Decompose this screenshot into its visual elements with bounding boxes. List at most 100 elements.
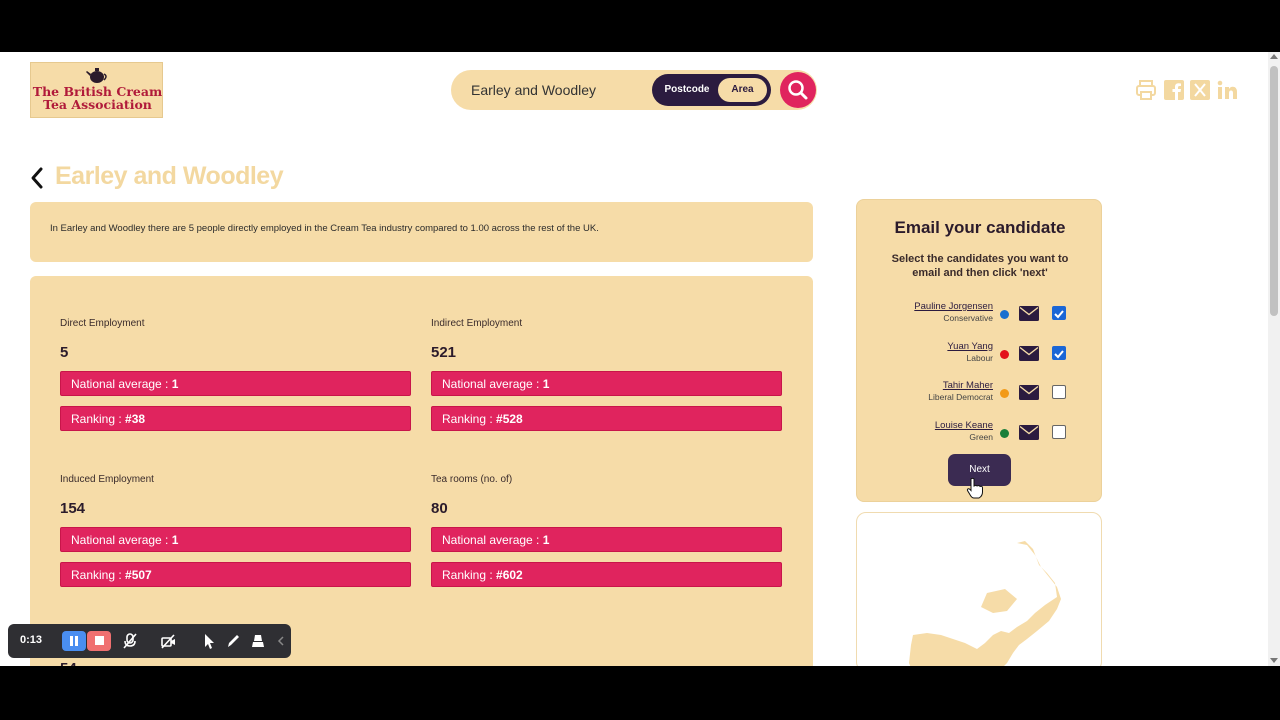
candidate-party: Labour [966,353,993,363]
search-mode-toggle[interactable]: Postcode Area [652,74,771,106]
national-average-value: 1 [171,377,179,391]
national-average-bar: National average : 1 [431,527,782,552]
ranking-label: Ranking : [71,412,126,426]
eraser-icon[interactable] [250,632,266,650]
hand-cursor-icon [966,477,983,499]
teapot-icon [86,68,107,83]
constituency-shape [909,541,1061,666]
ranking-label: Ranking : [71,568,126,582]
candidate-party: Conservative [943,313,993,323]
pen-icon[interactable] [225,632,241,650]
stat-value: 154 [60,500,86,517]
stat-label: Tea rooms (no. of) [431,474,513,485]
scroll-up-arrow-icon[interactable] [1270,54,1278,59]
site-logo[interactable]: The British Cream Tea Association [30,62,163,118]
ranking-value: #602 [496,568,523,582]
candidate-name-link[interactable]: Tahir Maher [943,380,993,391]
pause-icon [70,636,78,646]
toggle-area[interactable]: Area [718,78,767,102]
scroll-down-arrow-icon[interactable] [1270,658,1278,663]
national-average-label: National average : [442,377,543,391]
ranking-value: #528 [496,412,523,426]
candidate-checkbox[interactable] [1052,306,1066,320]
candidate-row: Louise Keane Green [857,420,1103,448]
stat-value: 521 [431,344,457,361]
candidate-row: Pauline Jorgensen Conservative [857,301,1103,329]
stat-value: 5 [60,344,69,361]
print-icon[interactable] [1135,79,1157,101]
national-average-value: 1 [171,533,179,547]
ranking-value: #38 [125,412,146,426]
search-input[interactable] [471,80,651,100]
pause-button[interactable] [62,631,86,651]
envelope-icon[interactable] [1018,345,1040,362]
ranking-value: #507 [125,568,152,582]
search-button[interactable] [780,72,816,108]
candidate-checkbox[interactable] [1052,425,1066,439]
linkedin-icon[interactable] [1216,79,1238,101]
national-average-label: National average : [71,533,172,547]
camera-off-icon[interactable] [160,632,176,650]
share-icons [1135,79,1240,101]
search-bar: Postcode Area [451,70,817,110]
ranking-bar: Ranking : #507 [60,562,411,587]
pointer-icon[interactable] [201,632,217,650]
ranking-bar: Ranking : #602 [431,562,782,587]
email-panel-instructions: Select the candidates you want to email … [891,253,1069,279]
envelope-icon[interactable] [1018,384,1040,401]
national-average-label: National average : [442,533,543,547]
vertical-scrollbar[interactable] [1268,52,1280,666]
ranking-bar: Ranking : #38 [60,406,411,431]
stop-button[interactable] [87,631,111,651]
ranking-label: Ranking : [442,568,497,582]
envelope-icon[interactable] [1018,424,1040,441]
email-candidate-panel: Email your candidate Select the candidat… [856,199,1102,502]
stat-value: 80 [431,500,448,517]
collapse-chevron-icon[interactable] [276,632,286,650]
back-arrow-icon[interactable] [28,166,46,190]
scroll-thumb[interactable] [1270,66,1278,316]
facebook-icon[interactable] [1163,79,1185,101]
candidate-name-link[interactable]: Yuan Yang [947,341,993,352]
stat-label: Indirect Employment [431,318,523,329]
national-average-value: 1 [542,533,550,547]
x-icon[interactable] [1189,79,1211,101]
stat-label: Direct Employment [60,318,145,329]
candidate-party: Liberal Democrat [928,392,993,402]
toggle-postcode[interactable]: Postcode [658,78,716,102]
stat-label: Induced Employment [60,474,154,485]
party-color-dot [1000,389,1009,398]
intro-text: In Earley and Woodley there are 5 people… [50,223,599,234]
national-average-bar: National average : 1 [60,371,411,396]
candidate-party: Green [969,432,993,442]
candidate-checkbox[interactable] [1052,346,1066,360]
email-panel-title: Email your candidate [894,218,1066,237]
constituency-map[interactable] [856,512,1102,666]
search-icon [788,80,808,100]
candidate-checkbox[interactable] [1052,385,1066,399]
logo-text: The British Cream Tea Association [32,84,163,112]
microphone-off-icon[interactable] [122,632,138,650]
stop-icon [95,636,104,645]
national-average-bar: National average : 1 [431,371,782,396]
ranking-bar: Ranking : #528 [431,406,782,431]
stats-panel: Direct Employment 5 National average : 1… [30,276,813,666]
envelope-icon[interactable] [1018,305,1040,322]
candidate-name-link[interactable]: Pauline Jorgensen [914,301,993,312]
candidate-row: Tahir Maher Liberal Democrat [857,380,1103,408]
party-color-dot [1000,350,1009,359]
stat-value-partial: 54 [60,660,77,666]
party-color-dot [1000,310,1009,319]
candidate-name-link[interactable]: Louise Keane [935,420,993,431]
recording-time: 0:13 [20,634,43,646]
national-average-bar: National average : 1 [60,527,411,552]
screen-recorder-toolbar: 0:13 [8,624,291,658]
candidate-row: Yuan Yang Labour [857,341,1103,369]
national-average-value: 1 [542,377,550,391]
intro-panel: In Earley and Woodley there are 5 people… [30,202,813,262]
party-color-dot [1000,429,1009,438]
ranking-label: Ranking : [442,412,497,426]
national-average-label: National average : [71,377,172,391]
page-title: Earley and Woodley [55,162,284,190]
browser-viewport: The British Cream Tea Association Postco… [0,52,1280,666]
